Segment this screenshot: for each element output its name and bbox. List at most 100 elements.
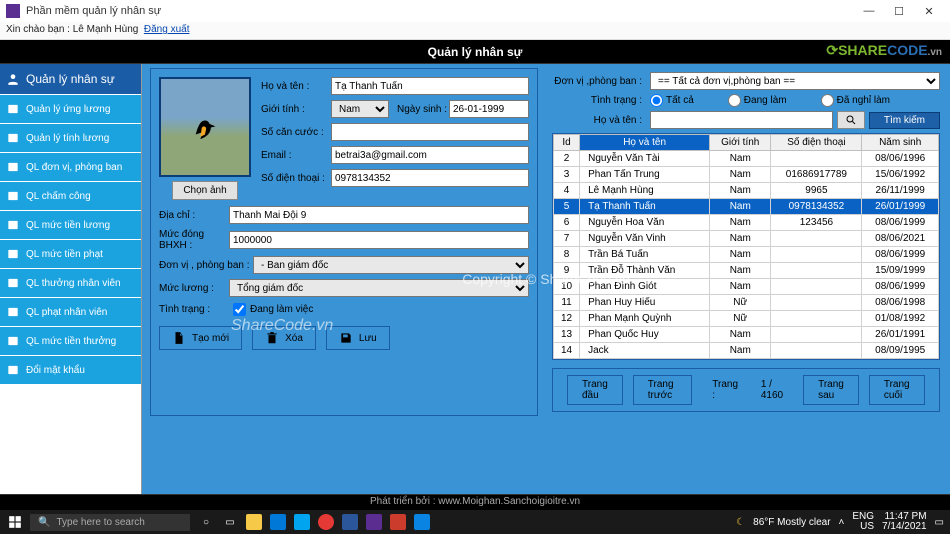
new-button[interactable]: Tạo mới [159, 326, 242, 350]
sidebar-item-3[interactable]: QL chấm công [0, 181, 141, 210]
pager-value: 1 / 4160 [761, 379, 783, 401]
address-input[interactable] [229, 206, 529, 224]
search-icon-button[interactable] [837, 111, 865, 129]
sidebar-item-4[interactable]: QL mức tiền lương [0, 210, 141, 239]
delete-button[interactable]: Xóa [252, 326, 316, 350]
idcard-input[interactable] [331, 123, 529, 141]
sidebar-item-1[interactable]: Quản lý tính lương [0, 123, 141, 152]
filter-label-dept: Đơn vị ,phòng ban : [552, 76, 642, 87]
vs-icon[interactable] [366, 514, 382, 530]
skype-icon[interactable] [414, 514, 430, 530]
taskbar-search[interactable]: 🔍Type here to search [30, 514, 190, 531]
table-row[interactable]: 5Tạ Thanh TuấnNam097813435226/01/1999 [554, 199, 939, 215]
table-row[interactable]: 4Lê Mạnh HùngNam996526/11/1999 [554, 183, 939, 199]
employee-photo [159, 77, 251, 177]
new-icon [172, 331, 186, 345]
store-icon[interactable] [294, 514, 310, 530]
label-dob: Ngày sinh : [397, 104, 449, 115]
status-checkbox[interactable] [233, 303, 246, 316]
explorer-icon[interactable] [246, 514, 262, 530]
nav-icon [6, 131, 20, 145]
sidebar-item-7[interactable]: QL phạt nhân viên [0, 297, 141, 326]
search-button[interactable]: Tìm kiếm [869, 112, 940, 129]
col-header[interactable]: Giới tính [710, 135, 771, 151]
nav-icon [6, 334, 20, 348]
save-button[interactable]: Lưu [326, 326, 390, 350]
sidebar-item-9[interactable]: Đổi mật khẩu [0, 355, 141, 384]
chrome-icon[interactable] [318, 514, 334, 530]
nav-icon [6, 102, 20, 116]
table-row[interactable]: 14JackNam08/09/1995 [554, 343, 939, 359]
filter-label-name: Họ và tên : [552, 115, 642, 126]
label-salary: Mức lương : [159, 283, 229, 294]
fullname-input[interactable] [331, 77, 529, 95]
logout-link[interactable]: Đăng xuất [144, 24, 190, 35]
sidebar-item-2[interactable]: QL đơn vị, phòng ban [0, 152, 141, 181]
taskbar: 🔍Type here to search ○ ▭ ☾ 86°F Mostly c… [0, 510, 950, 534]
radio-working[interactable]: Đang làm [728, 94, 787, 107]
greeting-bar: Xin chào bạn : Lê Mạnh Hùng Đăng xuất [0, 22, 950, 40]
sidebar-item-6[interactable]: QL thưởng nhân viên [0, 268, 141, 297]
table-row[interactable]: 6Nguyễn Hoa VănNam12345608/06/1999 [554, 215, 939, 231]
table-row[interactable]: 11Phan Huy HiếuNữ08/06/1998 [554, 295, 939, 311]
close-button[interactable]: ✕ [914, 5, 944, 18]
edge-icon[interactable] [270, 514, 286, 530]
pager-next[interactable]: Trang sau [803, 375, 859, 405]
filter-name-input[interactable] [650, 111, 833, 129]
taskview-icon[interactable]: ▭ [222, 514, 238, 530]
greeting-prefix: Xin chào bạn : [6, 24, 73, 35]
filter-dept-select[interactable]: == Tất cả đơn vị,phòng ban == [650, 72, 940, 90]
department-select[interactable]: - Ban giám đốc [253, 256, 529, 274]
label-department: Đơn vị , phòng ban : [159, 260, 253, 271]
pager-label: Trang : [712, 379, 738, 401]
word-icon[interactable] [342, 514, 358, 530]
sidebar-header: Quản lý nhân sự [0, 64, 141, 94]
tray-chevron-icon[interactable]: ˄ [839, 517, 845, 528]
brand-logo: ⟳SHARECODE.vn [826, 42, 942, 59]
dob-input[interactable] [449, 100, 529, 118]
window-titlebar: Phần mềm quản lý nhân sự — ☐ ✕ [0, 0, 950, 22]
table-row[interactable]: 2Nguyễn Văn TàiNam08/06/1996 [554, 151, 939, 167]
radio-retired[interactable]: Đã nghỉ làm [821, 94, 890, 107]
table-row[interactable]: 13Phan Quốc HuyNam26/01/1991 [554, 327, 939, 343]
label-gender: Giới tính : [261, 104, 331, 115]
notifications-icon[interactable]: ▭ [935, 517, 944, 528]
col-header[interactable]: Id [554, 135, 580, 151]
sidebar-item-5[interactable]: QL mức tiền phạt [0, 239, 141, 268]
start-button[interactable] [0, 515, 30, 529]
insurance-input[interactable] [229, 231, 529, 249]
gender-select[interactable]: Nam [331, 100, 389, 118]
email-input[interactable] [331, 146, 529, 164]
table-row[interactable]: 10Phan Đình GiótNam08/06/1999 [554, 279, 939, 295]
maximize-button[interactable]: ☐ [884, 5, 914, 18]
pager-first[interactable]: Trang đầu [567, 375, 623, 405]
pager-prev[interactable]: Trang trước [633, 375, 693, 405]
sidebar-item-0[interactable]: Quản lý ứng lương [0, 94, 141, 123]
choose-photo-button[interactable]: Chọn ảnh [172, 181, 237, 200]
nav-icon [6, 247, 20, 261]
windows-icon [8, 515, 22, 529]
nav-icon [6, 218, 20, 232]
table-row[interactable]: 7Nguyễn Văn VinhNam08/06/2021 [554, 231, 939, 247]
sidebar-item-8[interactable]: QL mức tiền thưởng [0, 326, 141, 355]
weather-text[interactable]: 86°F Mostly clear [753, 517, 830, 528]
sql-icon[interactable] [390, 514, 406, 530]
pager-last[interactable]: Trang cuối [869, 375, 925, 405]
radio-all[interactable]: Tất cả [650, 94, 694, 107]
label-idcard: Số căn cước : [261, 127, 331, 138]
form-panel: Chọn ảnh Họ và tên : Giới tính :NamNgày … [150, 68, 538, 416]
col-header[interactable]: Số điện thoại [771, 135, 862, 151]
label-address: Địa chỉ : [159, 210, 229, 221]
table-row[interactable]: 9Trần Đỗ Thành VănNam15/09/1999 [554, 263, 939, 279]
table-row[interactable]: 8Trần Bá TuấnNam08/06/1999 [554, 247, 939, 263]
minimize-button[interactable]: — [854, 5, 884, 18]
col-header[interactable]: Họ và tên [580, 135, 710, 151]
salary-select[interactable]: Tổng giám đốc [229, 279, 529, 297]
phone-input[interactable] [331, 169, 529, 187]
col-header[interactable]: Năm sinh [862, 135, 939, 151]
table-row[interactable]: 3Phan Tấn TrungNam0168691778915/06/1992 [554, 167, 939, 183]
table-row[interactable]: 12Phan Mạnh QuỳnhNữ01/08/1992 [554, 311, 939, 327]
sidebar: Quản lý nhân sự Quản lý ứng lươngQuản lý… [0, 64, 142, 494]
cortana-icon[interactable]: ○ [198, 514, 214, 530]
nav-icon [6, 305, 20, 319]
